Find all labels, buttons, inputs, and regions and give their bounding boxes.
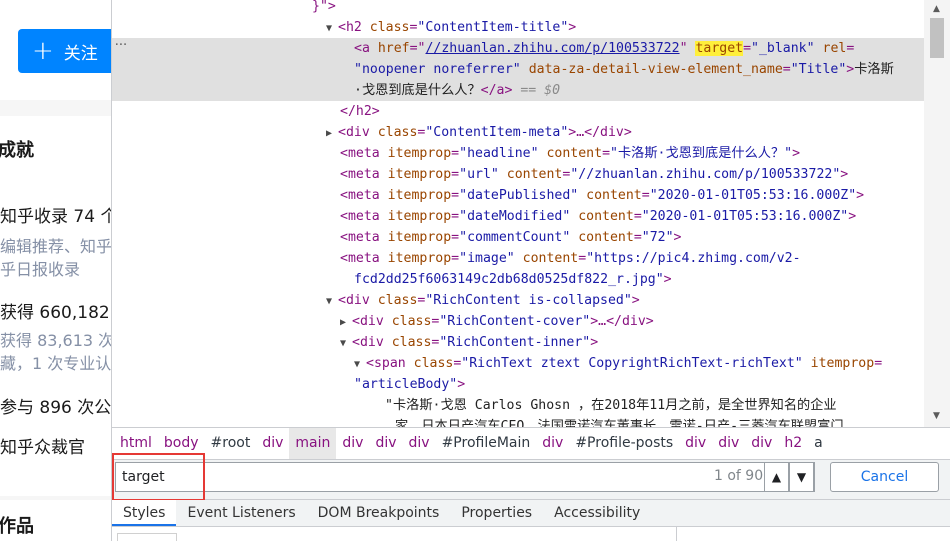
- breadcrumb-item[interactable]: div: [369, 428, 402, 459]
- follow-label: 关注: [63, 43, 98, 64]
- dom-line-h2[interactable]: ▼ <h2 class="ContentItem-title">: [112, 17, 925, 38]
- dom-line-meta-datepublished[interactable]: <meta itemprop="datePublished" content="…: [112, 185, 925, 206]
- devtools-panel: }"> ▼ <h2 class="ContentItem-title"> <a h…: [111, 0, 950, 541]
- recorded-sub-line-2: 乎日报收录: [0, 260, 81, 279]
- search-input[interactable]: target: [115, 462, 815, 492]
- dom-line-meta-div[interactable]: ▶ <div class="ContentItem-meta">…</div>: [112, 122, 925, 143]
- tab-styles[interactable]: Styles: [112, 500, 177, 526]
- dom-line-span-richtext[interactable]: ▼ <span class="RichText ztext CopyrightRi…: [112, 353, 925, 374]
- expand-triangle-icon[interactable]: ▼: [326, 18, 338, 39]
- collapse-triangle-icon[interactable]: ▶: [326, 123, 338, 144]
- breadcrumb-item[interactable]: body: [158, 428, 205, 459]
- search-bar: target 1 of 90 ▲ ▼ Cancel: [112, 460, 950, 500]
- scroll-up-icon[interactable]: ▲: [933, 4, 940, 14]
- expand-triangle-icon[interactable]: ▼: [340, 333, 352, 354]
- breadcrumb-item[interactable]: main: [289, 428, 337, 459]
- votes-sub-line-2: 藏，1 次专业认: [0, 354, 111, 373]
- expand-triangle-icon[interactable]: ▼: [354, 354, 366, 375]
- breadcrumb-item[interactable]: div: [336, 428, 369, 459]
- dom-line-richcontent-inner[interactable]: ▼ <div class="RichContent-inner">: [112, 332, 925, 353]
- scroll-down-icon[interactable]: ▼: [933, 411, 940, 421]
- previous-match-button[interactable]: ▲: [764, 462, 789, 492]
- sidebar-tabs: Styles Event Listeners DOM Breakpoints P…: [112, 500, 950, 526]
- breadcrumb-item[interactable]: h2: [778, 428, 808, 459]
- dom-line[interactable]: }">: [112, 0, 925, 17]
- achievements-title: 成就: [0, 140, 34, 161]
- votes-count: 获得 660,182: [0, 303, 110, 323]
- arbiter-badge: 知乎众裁官: [0, 438, 85, 458]
- dom-line-richcontent-cover[interactable]: ▶ <div class="RichContent-cover">…</div>: [112, 311, 925, 332]
- breadcrumb-item[interactable]: div: [403, 428, 436, 459]
- dom-line-text-node-cont[interactable]: 家，日本日产汽车CEO，法国雷诺汽车董事长，雷诺-日产-三菱汽车联盟富门: [112, 416, 925, 427]
- breadcrumb-item[interactable]: div: [712, 428, 745, 459]
- dom-line-meta-url[interactable]: <meta itemprop="url" content="//zhuanlan…: [112, 164, 925, 185]
- cancel-button[interactable]: Cancel: [830, 462, 939, 492]
- elements-tree[interactable]: }"> ▼ <h2 class="ContentItem-title"> <a h…: [112, 0, 925, 427]
- pane-divider[interactable]: [676, 527, 677, 541]
- search-highlight: target: [695, 41, 744, 56]
- vertical-scrollbar[interactable]: ▲ ▼: [924, 0, 950, 427]
- dom-line-richcontent[interactable]: ▼ <div class="RichContent is-collapsed">: [112, 290, 925, 311]
- collapse-triangle-icon[interactable]: ▶: [340, 312, 352, 333]
- chevron-up-icon: ▲: [771, 470, 782, 484]
- dom-line-a-selected[interactable]: <a href="//zhuanlan.zhihu.com/p/10053372…: [112, 38, 925, 59]
- tab-dom-breakpoints[interactable]: DOM Breakpoints: [307, 500, 451, 526]
- next-match-button[interactable]: ▼: [789, 462, 814, 492]
- dom-line-a-selected-cont[interactable]: "noopener noreferrer" data-za-detail-vie…: [112, 59, 925, 80]
- dom-line-meta-image[interactable]: <meta itemprop="image" content="https://…: [112, 248, 925, 269]
- recorded-sub-line-1: 编辑推荐、知乎: [0, 237, 111, 256]
- dom-line-a-selected-end[interactable]: ·戈恩到底是什么人？</a> == $0: [112, 80, 925, 101]
- tab-properties[interactable]: Properties: [450, 500, 543, 526]
- breadcrumb-item[interactable]: #root: [205, 428, 257, 459]
- breadcrumb-item[interactable]: div: [536, 428, 569, 459]
- tab-accessibility[interactable]: Accessibility: [543, 500, 651, 526]
- votes-sub-line-1: 获得 83,613 次: [0, 331, 111, 350]
- dom-line-meta-datemodified[interactable]: <meta itemprop="dateModified" content="2…: [112, 206, 925, 227]
- more-options-icon[interactable]: ···: [112, 38, 130, 53]
- breadcrumb-item[interactable]: #ProfileMain: [436, 428, 537, 459]
- breadcrumb-item[interactable]: div: [679, 428, 712, 459]
- match-count: 1 of 90: [714, 468, 764, 484]
- webpage-left-panel: + 关注 成就 知乎收录 74 个 编辑推荐、知乎 乎日报收录 获得 660,1…: [0, 0, 111, 541]
- styles-pane: [112, 526, 950, 541]
- plus-icon: +: [32, 36, 54, 66]
- breadcrumb-item[interactable]: #Profile-posts: [569, 428, 679, 459]
- participation-count: 参与 896 次公: [0, 398, 111, 418]
- dom-line-text-node[interactable]: "卡洛斯·戈恩 Carlos Ghosn ，在2018年11月之前，是全世界知名…: [112, 395, 925, 416]
- expand-triangle-icon[interactable]: ▼: [326, 291, 338, 312]
- dom-line-span-richtext-cont[interactable]: "articleBody">: [112, 374, 925, 395]
- breadcrumb: html body #root div main div div div #Pr…: [112, 427, 950, 460]
- breadcrumb-item[interactable]: div: [256, 428, 289, 459]
- follow-button[interactable]: + 关注: [18, 29, 111, 73]
- scroll-thumb[interactable]: [930, 18, 944, 58]
- breadcrumb-item[interactable]: div: [745, 428, 778, 459]
- dom-line-meta-headline[interactable]: <meta itemprop="headline" content="卡洛斯·戈…: [112, 143, 925, 164]
- dom-line-h2-close[interactable]: </h2>: [112, 101, 925, 122]
- dom-line-meta-commentcount[interactable]: <meta itemprop="commentCount" content="7…: [112, 227, 925, 248]
- dom-line-meta-image-cont[interactable]: fcd2dd25f6063149c2db68d0525df822_r.jpg">: [112, 269, 925, 290]
- works-title: 作品: [0, 516, 34, 537]
- recorded-count[interactable]: 知乎收录 74 个: [0, 202, 111, 227]
- breadcrumb-item[interactable]: html: [114, 428, 158, 459]
- filter-input[interactable]: [117, 533, 177, 541]
- breadcrumb-item[interactable]: a: [808, 428, 829, 459]
- chevron-down-icon: ▼: [796, 470, 807, 484]
- tab-event-listeners[interactable]: Event Listeners: [176, 500, 306, 526]
